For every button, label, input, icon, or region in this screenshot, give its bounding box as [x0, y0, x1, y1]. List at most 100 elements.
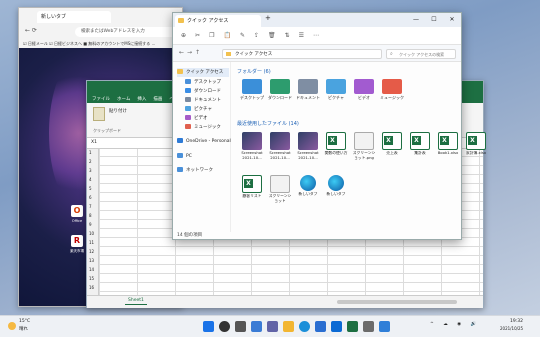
excel-file-icon: [326, 132, 346, 150]
settings-icon[interactable]: [363, 321, 374, 332]
ribbon-tab[interactable]: ファイル: [92, 96, 110, 102]
explorer-tab[interactable]: クイック アクセス: [175, 15, 261, 27]
folder-item[interactable]: ドキュメント: [295, 79, 321, 101]
sidebar-item[interactable]: ピクチャ: [185, 105, 212, 114]
sidebar-item[interactable]: ミュージック: [185, 123, 221, 132]
folder-icon: [382, 79, 402, 94]
weather-desc[interactable]: 晴れ: [19, 326, 28, 332]
sidebar-item[interactable]: ネットワーク: [177, 166, 213, 175]
widgets-icon[interactable]: [251, 321, 262, 332]
recent-file[interactable]: 関数の使い方: [323, 132, 349, 165]
sheet-tab[interactable]: Sheet1: [125, 297, 147, 305]
sidebar-item-icon: [185, 115, 191, 120]
photos-icon[interactable]: [379, 321, 390, 332]
address-bar[interactable]: 検索またはWebアドレスを入力: [75, 27, 179, 37]
search-box[interactable]: ⌕ クイック アクセスの検索: [386, 49, 456, 59]
rename-icon[interactable]: ✎: [240, 32, 245, 39]
recent-file[interactable]: Book1.xlsx: [435, 132, 461, 165]
recent-file[interactable]: 集計表: [407, 132, 433, 165]
recent-file-label: 家計簿.xlsx: [465, 151, 487, 155]
name-box[interactable]: X1: [91, 140, 97, 145]
sidebar-item-icon: [185, 79, 191, 84]
sidebar-item[interactable]: OneDrive - Personal: [177, 137, 231, 146]
recent-file[interactable]: 新しいタブ: [295, 175, 321, 206]
copy-icon[interactable]: ❐: [209, 32, 214, 39]
back-icon[interactable]: ← ⟳: [25, 27, 37, 34]
excel-icon[interactable]: [347, 321, 358, 332]
new-tab-icon[interactable]: +: [265, 14, 271, 22]
recent-file[interactable]: 顧客リスト: [239, 175, 265, 208]
row-number: 14: [89, 267, 95, 272]
paste-icon[interactable]: [93, 107, 105, 121]
folder-item[interactable]: デスクトップ: [239, 79, 265, 101]
nav-arrows-icon[interactable]: ←→↑: [179, 49, 203, 56]
clock-time[interactable]: 19:32: [510, 319, 523, 324]
cut-icon[interactable]: ✂: [195, 32, 200, 39]
desktop-app-label[interactable]: 楽天市場: [67, 249, 87, 254]
recent-file[interactable]: 家計簿.xlsx: [463, 132, 489, 165]
recent-header[interactable]: 最近使用したファイル (14): [237, 120, 299, 127]
sidebar-item[interactable]: ダウンロード: [185, 87, 221, 96]
sidebar-item[interactable]: ドキュメント: [185, 96, 221, 105]
folder-item[interactable]: ミュージック: [379, 79, 405, 101]
file-icon: [298, 132, 318, 150]
folder-item[interactable]: ピクチャ: [323, 79, 349, 101]
row-number: 3: [89, 168, 92, 173]
more-icon[interactable]: ⋯: [313, 32, 319, 39]
address-path[interactable]: クイック アクセス: [222, 49, 382, 59]
search-icon[interactable]: [219, 321, 230, 332]
recent-file[interactable]: 新しいタブ: [323, 175, 349, 206]
recent-file[interactable]: Screenshot 2021-10...: [295, 132, 321, 165]
share-icon[interactable]: ⇪: [254, 32, 259, 39]
task-view-icon[interactable]: [235, 321, 246, 332]
new-icon[interactable]: ⊕: [181, 32, 186, 39]
sidebar-item[interactable]: ビデオ: [185, 114, 208, 123]
edge-tab[interactable]: 新しいタブ: [37, 11, 111, 23]
file-explorer-window: クイック アクセス + — ☐ ✕ ⊕ ✂ ❐ 📋 ✎ ⇪ 🗑 ⇅ ☰ ⋯ ←→…: [172, 12, 486, 240]
recent-file[interactable]: Screenshot 2021-10...: [239, 132, 265, 165]
sort-icon[interactable]: ⇅: [285, 32, 290, 39]
folder-item[interactable]: ビデオ: [351, 79, 377, 101]
navigation-pane: クイック アクセスデスクトップ ダウンロード ドキュメント ピクチャ ビデオ ミュージック…: [173, 62, 231, 232]
recent-file-label: スクリーンショット: [268, 194, 292, 203]
store-icon[interactable]: [315, 321, 326, 332]
desktop-app-icon[interactable]: R: [71, 235, 83, 247]
edge-icon[interactable]: [299, 321, 310, 332]
file-explorer-icon[interactable]: [283, 321, 294, 332]
sidebar-item[interactable]: PC: [177, 152, 192, 161]
folders-header[interactable]: フォルダー (6): [237, 68, 271, 75]
weather-temp[interactable]: 15°C: [19, 319, 30, 324]
recent-file[interactable]: スクリーンショット.png: [351, 132, 377, 165]
maximize-icon[interactable]: ☐: [425, 13, 443, 27]
tray-icons[interactable]: ^ ☁ ◉ 🔊: [430, 322, 480, 327]
horizontal-scrollbar[interactable]: [337, 300, 457, 304]
clipboard-label: クリップボード: [93, 128, 121, 133]
desktop-app-icon[interactable]: O: [71, 205, 83, 217]
clock-date[interactable]: 2021/10/25: [500, 326, 523, 331]
paste-icon[interactable]: 📋: [223, 32, 230, 39]
paste-label[interactable]: 貼り付け: [109, 108, 127, 114]
sidebar-item[interactable]: デスクトップ: [185, 78, 221, 87]
ribbon-tab[interactable]: ホーム: [117, 96, 130, 102]
row-number: 16: [89, 285, 95, 290]
folder-item[interactable]: ダウンロード: [267, 79, 293, 101]
desktop-app-label[interactable]: Office: [67, 219, 87, 223]
recent-file[interactable]: スクリーンショット: [267, 175, 293, 208]
delete-icon[interactable]: 🗑: [268, 32, 276, 39]
sidebar-item[interactable]: クイック アクセス: [177, 68, 229, 77]
bookmarks-bar[interactable]: ☑ 日経メール ☑ 日経ビジネスへ ■ 無料のアカウントでMSに接続する ...: [23, 41, 155, 47]
start-icon[interactable]: [203, 321, 214, 332]
weather-icon[interactable]: [8, 322, 16, 330]
ribbon-tab[interactable]: 描画: [153, 96, 162, 102]
view-icon[interactable]: ☰: [299, 32, 304, 39]
teams-chat-icon[interactable]: [267, 321, 278, 332]
row-number: 9: [89, 222, 92, 227]
sidebar-item-icon: [177, 167, 183, 172]
minimize-icon[interactable]: —: [407, 13, 425, 27]
recent-file[interactable]: Screenshot 2021-10...: [267, 132, 293, 165]
mail-icon[interactable]: [331, 321, 342, 332]
ribbon-tab[interactable]: 挿入: [137, 96, 146, 102]
sidebar-item-label: クイック アクセス: [186, 70, 224, 75]
recent-file[interactable]: 売上表: [379, 132, 405, 165]
close-icon[interactable]: ✕: [443, 13, 461, 27]
